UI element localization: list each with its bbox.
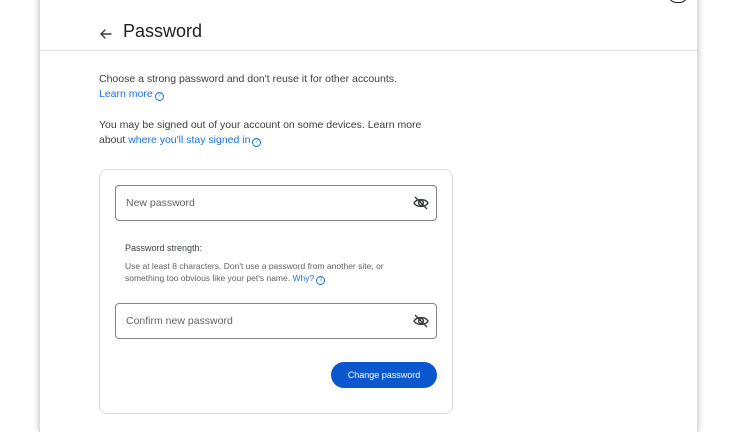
help-circle-icon: ? [154,92,164,101]
notice-text-block: You may be signed out of your account on… [99,118,439,148]
arrow-left-icon[interactable] [96,24,116,44]
learn-more-link[interactable]: Learn more [99,88,153,100]
page-title: Password [123,21,203,41]
why-link[interactable]: Why? [292,273,314,283]
where-signed-in-link[interactable]: where you'll stay signed in [128,134,250,146]
help-circle-icon: ? [316,276,326,285]
password-strength-title: Password strength: [125,243,203,253]
password-form-card: Password strength: Use at least 8 charac… [99,169,453,414]
password-strength-hint: Use at least 8 characters. Don't use a p… [125,260,415,285]
page-header: Password [40,0,697,51]
new-password-field [115,185,437,221]
change-password-button[interactable]: Change password [331,362,437,388]
eye-off-icon[interactable] [412,312,430,330]
password-page-window: Password Choose a strong password and do… [39,0,698,432]
help-circle-icon: ? [252,138,262,147]
eye-off-icon[interactable] [412,194,430,212]
confirm-password-input[interactable] [116,304,406,338]
intro-text-block: Choose a strong password and don't reuse… [99,72,439,102]
confirm-password-field [115,303,437,339]
intro-text: Choose a strong password and don't reuse… [99,73,397,85]
strength-desc-text: Use at least 8 characters. Don't use a p… [125,261,384,283]
new-password-input[interactable] [116,186,406,220]
